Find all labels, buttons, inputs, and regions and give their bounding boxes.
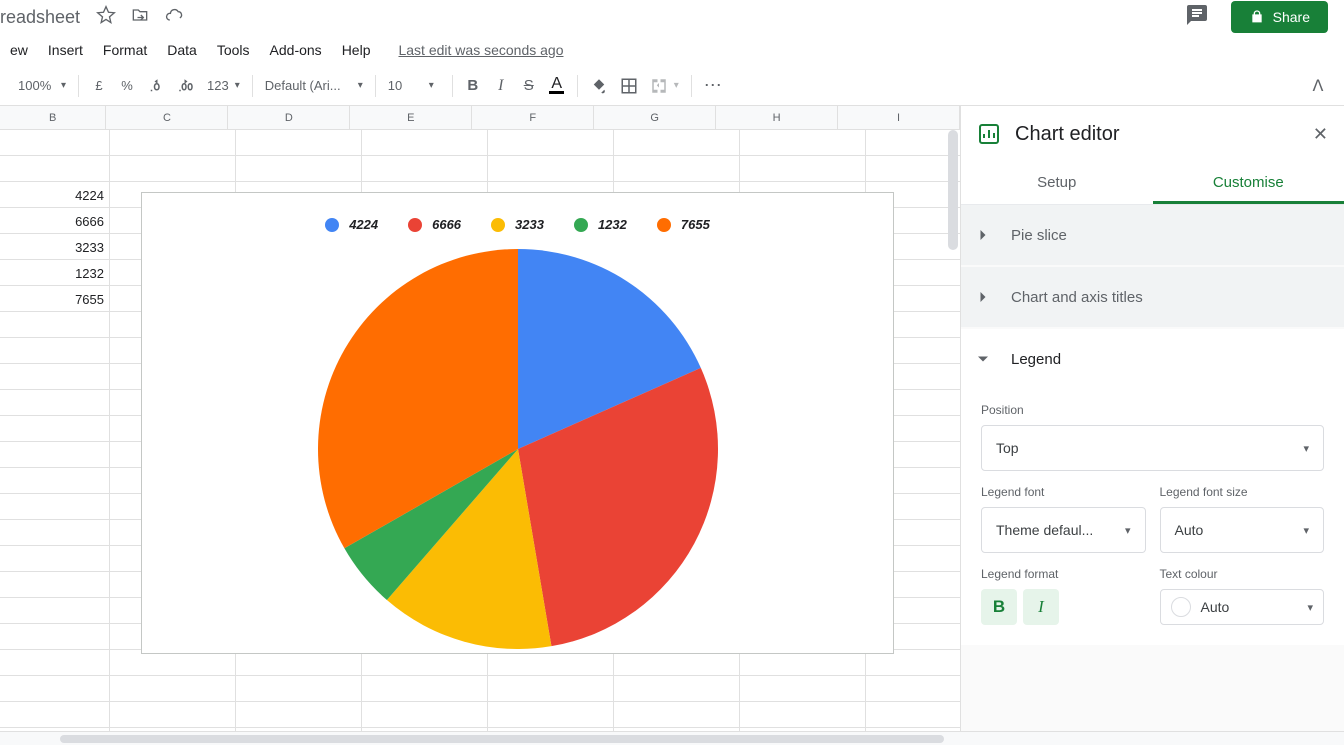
menu-format[interactable]: Format: [93, 38, 157, 62]
lock-icon: [1249, 9, 1265, 25]
star-icon[interactable]: [96, 5, 116, 30]
sidebar-title: Chart editor: [1015, 123, 1120, 146]
font-select[interactable]: Default (Ari...: [259, 72, 369, 100]
column-header[interactable]: I: [838, 106, 960, 129]
embedded-chart[interactable]: 4224 6666 3233 1232 7655: [141, 192, 894, 654]
cell-b[interactable]: 1232: [0, 260, 110, 286]
borders-button[interactable]: [614, 72, 644, 100]
collapse-toolbar-button[interactable]: ᐱ: [1304, 72, 1332, 100]
percent-button[interactable]: %: [113, 72, 141, 100]
column-header[interactable]: G: [594, 106, 716, 129]
number-format-select[interactable]: 123: [201, 72, 246, 100]
bold-button[interactable]: B: [459, 72, 487, 100]
legend-font-size-select[interactable]: Auto: [1160, 507, 1325, 553]
column-header[interactable]: E: [350, 106, 472, 129]
currency-button[interactable]: £: [85, 72, 113, 100]
column-header[interactable]: C: [106, 106, 228, 129]
legend-item: 1232: [574, 217, 627, 232]
cloud-icon[interactable]: [164, 5, 184, 30]
section-legend[interactable]: Legend: [961, 329, 1344, 389]
column-header[interactable]: D: [228, 106, 350, 129]
menu-insert[interactable]: Insert: [38, 38, 93, 62]
share-label: Share: [1273, 9, 1310, 25]
tab-setup[interactable]: Setup: [961, 162, 1153, 204]
tab-customise[interactable]: Customise: [1153, 162, 1344, 204]
field-label: Position: [981, 403, 1324, 417]
font-size-select[interactable]: 10: [382, 72, 440, 100]
field-label: Legend font size: [1160, 485, 1325, 499]
cell-b[interactable]: 6666: [0, 208, 110, 234]
more-tools-button[interactable]: ⋯: [698, 72, 730, 100]
share-button[interactable]: Share: [1231, 1, 1328, 33]
menu-tools[interactable]: Tools: [207, 38, 260, 62]
cell-b[interactable]: 3233: [0, 234, 110, 260]
legend-item: 3233: [491, 217, 544, 232]
menu-addons[interactable]: Add-ons: [260, 38, 332, 62]
legend-item: 4224: [325, 217, 378, 232]
legend-italic-button[interactable]: I: [1023, 589, 1059, 625]
cell-b[interactable]: 4224: [0, 182, 110, 208]
menu-view[interactable]: ew: [0, 38, 38, 62]
section-label: Legend: [1011, 351, 1061, 368]
menu-help[interactable]: Help: [332, 38, 381, 62]
chart-editor-icon: [977, 122, 1001, 146]
chevron-right-icon: [973, 225, 993, 245]
chevron-down-icon: [973, 349, 993, 369]
field-label: Text colour: [1160, 567, 1325, 581]
column-header[interactable]: H: [716, 106, 838, 129]
chevron-right-icon: [973, 287, 993, 307]
increase-decimal-button[interactable]: [171, 72, 201, 100]
decrease-decimal-button[interactable]: [141, 72, 171, 100]
legend-item: 7655: [657, 217, 710, 232]
merge-button[interactable]: [644, 72, 685, 100]
text-color-button[interactable]: A: [543, 72, 571, 100]
strikethrough-button[interactable]: S: [515, 72, 543, 100]
horizontal-scrollbar[interactable]: [0, 731, 1344, 745]
section-pie-slice[interactable]: Pie slice: [961, 205, 1344, 265]
legend-bold-button[interactable]: B: [981, 589, 1017, 625]
document-title[interactable]: readsheet: [0, 7, 80, 28]
section-chart-axis-titles[interactable]: Chart and axis titles: [961, 267, 1344, 327]
last-edit-link[interactable]: Last edit was seconds ago: [398, 42, 563, 58]
move-icon[interactable]: [130, 5, 150, 30]
field-label: Legend font: [981, 485, 1146, 499]
comments-icon[interactable]: [1185, 3, 1209, 32]
italic-button[interactable]: I: [487, 72, 515, 100]
legend-font-select[interactable]: Theme defaul...: [981, 507, 1146, 553]
close-sidebar-button[interactable]: ✕: [1313, 124, 1328, 145]
section-label: Chart and axis titles: [1011, 289, 1143, 306]
menu-data[interactable]: Data: [157, 38, 207, 62]
color-swatch: [1171, 597, 1191, 617]
legend-item: 6666: [408, 217, 461, 232]
legend-position-select[interactable]: Top: [981, 425, 1324, 471]
column-header[interactable]: B: [0, 106, 106, 129]
zoom-select[interactable]: 100%: [12, 72, 72, 100]
fill-color-button[interactable]: [584, 72, 614, 100]
vertical-scrollbar[interactable]: [948, 130, 958, 250]
column-header[interactable]: F: [472, 106, 594, 129]
cell-b[interactable]: 7655: [0, 286, 110, 312]
section-label: Pie slice: [1011, 227, 1067, 244]
legend-text-color-select[interactable]: Auto: [1160, 589, 1325, 625]
field-label: Legend format: [981, 567, 1146, 581]
